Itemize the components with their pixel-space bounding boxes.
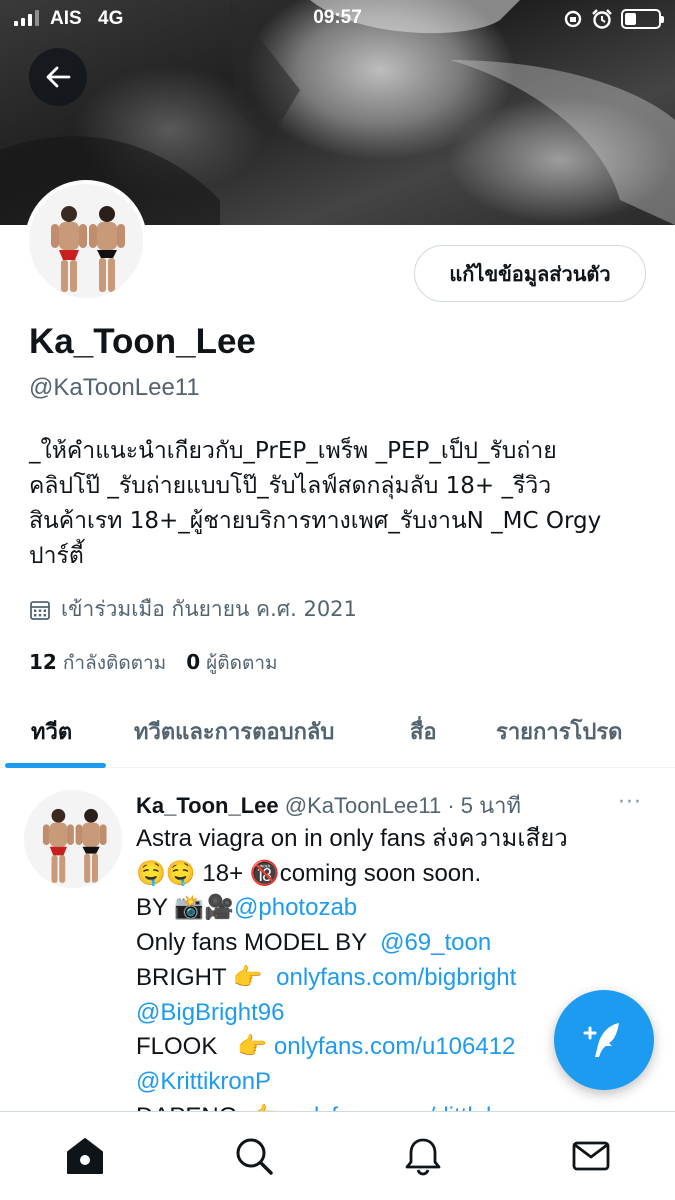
following-count: 12	[29, 650, 57, 674]
tab-media[interactable]: สื่อ	[410, 714, 437, 749]
bio-line: คลิปโป๊ _รับถ่ายแบบโป๊_รับไลฟ์สดกลุ่มลับ…	[29, 473, 552, 499]
battery-icon	[621, 9, 664, 29]
nav-search[interactable]	[234, 1136, 274, 1176]
battery-fill	[625, 13, 636, 25]
tweet-header: Ka_Toon_Lee @KaToonLee11 · 5 นาที	[136, 788, 521, 823]
back-button[interactable]	[29, 48, 87, 106]
mention-link[interactable]: @KrittikronP	[136, 1068, 271, 1095]
followers-link[interactable]: 0 ผู้ติดตาม	[186, 648, 277, 678]
compose-tweet-button[interactable]	[554, 990, 654, 1090]
tweet-line: BY 📸🎥@photozab	[136, 891, 596, 926]
following-label: กำลังติดตาม	[62, 652, 167, 674]
followers-count: 0	[186, 650, 201, 674]
mention-link[interactable]: @photozab	[234, 894, 357, 921]
home-icon	[67, 1138, 103, 1174]
profile-handle: @KaToonLee11	[29, 374, 200, 401]
mention-link[interactable]: @BigBright96	[136, 999, 284, 1026]
profile-avatar[interactable]	[25, 180, 147, 302]
tweet-line: @KrittikronP	[136, 1065, 596, 1100]
bio-line: สินค้าเรท 18+_ผู้ชายบริการทางเพศ_รับงานN…	[29, 508, 602, 534]
tweet-more-button[interactable]: ···	[618, 790, 642, 815]
tweet-line: DAPENG 👉 onlyfans.com/dittlebo	[136, 1100, 596, 1111]
tweet-line-prefix: BRIGHT 👉	[136, 963, 277, 991]
edit-profile-button[interactable]: แก้ไขข้อมูลส่วนตัว	[414, 245, 646, 302]
bottom-navigation	[0, 1111, 675, 1200]
tweet-line: Only fans MODEL BY @69_toon	[136, 926, 596, 961]
followers-label: ผู้ติดตาม	[206, 652, 278, 674]
url-link[interactable]: onlyfans.com/u106412	[274, 1033, 516, 1060]
nav-messages[interactable]	[571, 1136, 611, 1176]
arrow-left-icon	[46, 66, 71, 88]
nav-home[interactable]	[65, 1136, 105, 1176]
tweet-avatar[interactable]	[24, 790, 122, 888]
profile-tabs: ทวีต ทวีตและการตอบกลับ สื่อ รายการโปรด	[0, 700, 675, 768]
tweet-line-prefix: Only fans MODEL BY	[136, 929, 381, 957]
tweet-line-prefix: DAPENG 👉	[136, 1103, 287, 1111]
tweet-line: BRIGHT 👉 onlyfans.com/bigbright	[136, 961, 596, 996]
mention-link[interactable]: @69_toon	[380, 929, 491, 956]
calendar-icon	[30, 600, 50, 620]
orientation-lock-icon	[564, 10, 582, 28]
compose-feather-icon	[583, 1023, 619, 1057]
tab-likes[interactable]: รายการโปรด	[496, 714, 622, 749]
avatar-photo	[29, 184, 143, 298]
search-icon	[236, 1138, 273, 1175]
tweet-line: Astra viagra on in only fans ส่งความเสีย…	[136, 825, 568, 852]
status-bar: AIS 4G 09:57	[0, 0, 675, 38]
joined-date-label: เข้าร่วมเมือ กันยายน ค.ศ. 2021	[61, 597, 357, 621]
tweet-line-prefix: BY 📸🎥	[136, 894, 235, 922]
tweet-line: 🤤🤤 18+ 🔞coming soon soon.	[136, 859, 482, 887]
url-link[interactable]: onlyfans.com/bigbright	[276, 964, 516, 991]
url-link[interactable]: onlyfans.com/dittlebo	[287, 1103, 512, 1111]
tab-tweets[interactable]: ทวีต	[31, 714, 72, 749]
alarm-clock-icon	[592, 9, 612, 29]
tweet-handle-time: @KaToonLee11 · 5 นาที	[284, 793, 522, 818]
tab-tweets-and-replies[interactable]: ทวีตและการตอบกลับ	[134, 714, 334, 749]
tweet-line: @BigBright96	[136, 996, 596, 1031]
tweet-avatar-photo	[24, 790, 122, 888]
profile-bio: _ให้คำแนะนำเกียวกับ_PrEP_เพร็พ _PEP_เป็ป…	[29, 434, 649, 574]
tweet-line-prefix: FLOOK 👉	[136, 1033, 274, 1061]
messages-icon	[572, 1141, 610, 1171]
follow-stats: 12 กำลังติดตาม 0 ผู้ติดตาม	[29, 648, 278, 678]
tweet-author-name[interactable]: Ka_Toon_Lee	[136, 793, 279, 818]
profile-display-name: Ka_Toon_Lee	[29, 322, 256, 361]
following-link[interactable]: 12 กำลังติดตาม	[29, 648, 166, 678]
nav-notifications[interactable]	[403, 1136, 443, 1176]
tweet-text: Astra viagra on in only fans ส่งความเสีย…	[136, 822, 596, 1111]
tweet-line: FLOOK 👉 onlyfans.com/u106412	[136, 1030, 596, 1065]
active-tab-indicator	[5, 763, 106, 768]
bio-line: _ให้คำแนะนำเกียวกับ_PrEP_เพร็พ _PEP_เป็ป…	[29, 438, 557, 464]
bio-line: ปาร์ตี้	[29, 543, 84, 569]
notifications-icon	[405, 1138, 441, 1176]
joined-date: เข้าร่วมเมือ กันยายน ค.ศ. 2021	[29, 593, 357, 626]
